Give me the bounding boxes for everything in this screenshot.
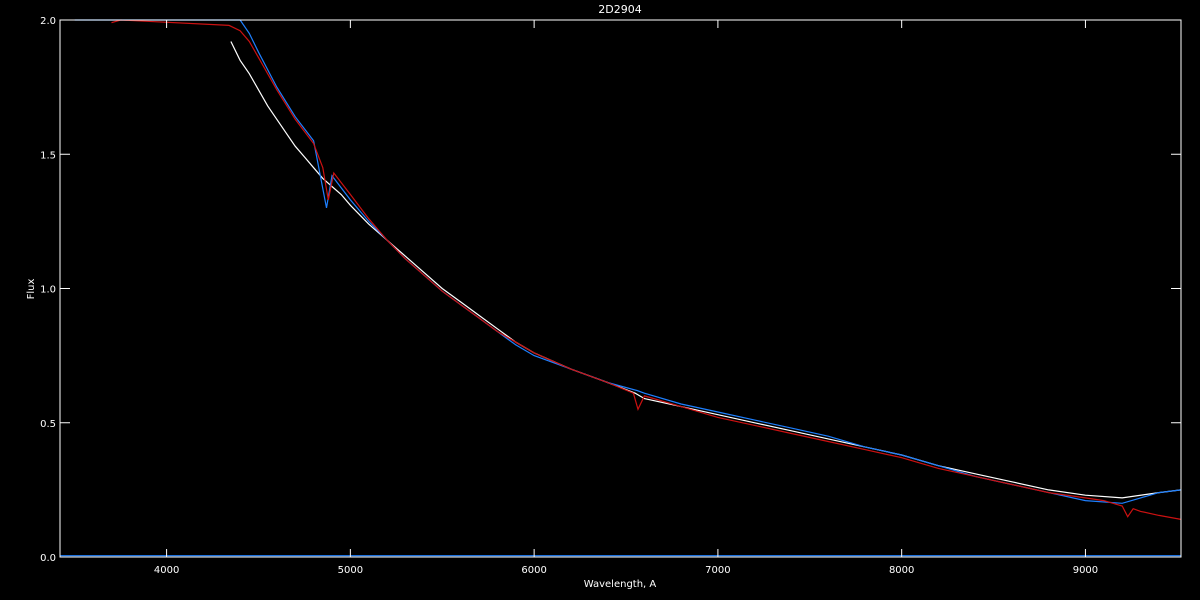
chart-background [0,0,1200,600]
spectrum-chart: 4000 5000 6000 7000 8000 9000 0.0 0.5 1.0 1.5 2.0… [0,0,1200,600]
y-tick-label-1: 1.0 [40,285,56,296]
y-tick-label-0.5: 0.5 [40,419,56,430]
x-tick-label-8000: 8000 [889,565,914,576]
x-tick-label-7000: 7000 [705,565,730,576]
x-axis-label: Wavelength, A [584,579,657,590]
y-tick-label-0: 0.0 [40,553,56,564]
x-tick-label-5000: 5000 [338,565,363,576]
y-axis-label: Flux [26,279,37,300]
chart-title: 2D2904 [598,3,641,16]
y-tick-label-1.5: 1.5 [40,150,56,161]
x-tick-label-4000: 4000 [154,565,179,576]
x-tick-label-9000: 9000 [1073,565,1098,576]
y-tick-label-2: 2.0 [40,16,56,27]
x-tick-label-6000: 6000 [521,565,546,576]
